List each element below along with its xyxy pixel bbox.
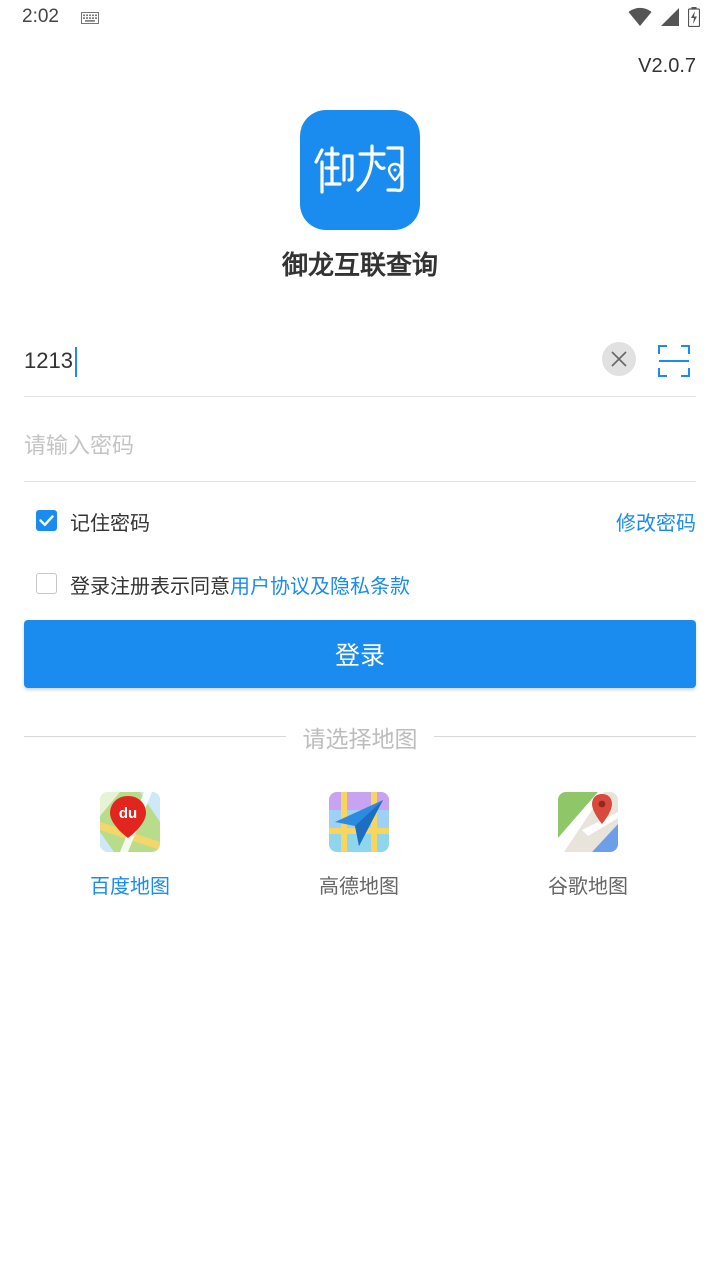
map-option-label: 百度地图 [90,874,170,898]
login-button[interactable]: 登录 [24,620,696,688]
yulong-logo-icon [314,144,404,194]
remember-password-checkbox[interactable] [36,510,57,531]
google-maps-icon [558,792,618,852]
svg-text:du: du [119,805,137,822]
agreement-row: 登录注册表示同意用户协议及隐私条款 [36,568,696,600]
agreement-checkbox[interactable] [36,573,57,594]
password-field-container [24,410,696,482]
remember-password-label[interactable]: 记住密码 [70,507,150,536]
app-logo [300,110,420,230]
map-option-amap[interactable]: 高德地图 [279,790,439,900]
user-agreement-link[interactable]: 用户协议及隐私条款 [230,574,410,598]
status-bar: 2:02 [0,0,720,36]
wifi-icon [628,7,652,26]
keyboard-icon [81,12,99,24]
map-option-google[interactable]: 谷歌地图 [508,790,668,900]
remember-password-row: 记住密码 修改密码 [36,505,696,537]
change-password-link[interactable]: 修改密码 [616,507,696,536]
map-select-title: 请选择地图 [302,727,418,753]
checkmark-icon [39,515,54,526]
baidu-map-icon: du [100,792,160,852]
version-label: V2.0.7 [638,55,696,77]
battery-charging-icon [688,7,700,27]
amap-icon [329,792,389,852]
signal-icon [661,8,679,26]
app-name: 御龙互联查询 [281,251,438,281]
agreement-prefix: 登录注册表示同意 [70,574,230,598]
username-field-container [24,325,696,397]
map-option-baidu[interactable]: du 百度地图 [50,790,210,900]
close-icon [611,351,627,367]
map-select-divider: 请选择地图 [24,718,696,754]
agreement-label: 登录注册表示同意用户协议及隐私条款 [70,570,410,599]
scan-icon[interactable] [658,345,690,377]
status-time: 2:02 [22,6,59,27]
text-cursor [75,347,77,377]
clear-input-button[interactable] [602,342,636,376]
map-option-label: 谷歌地图 [548,874,628,898]
password-input[interactable] [24,410,584,482]
map-option-label: 高德地图 [319,874,399,898]
username-input[interactable] [24,325,104,397]
